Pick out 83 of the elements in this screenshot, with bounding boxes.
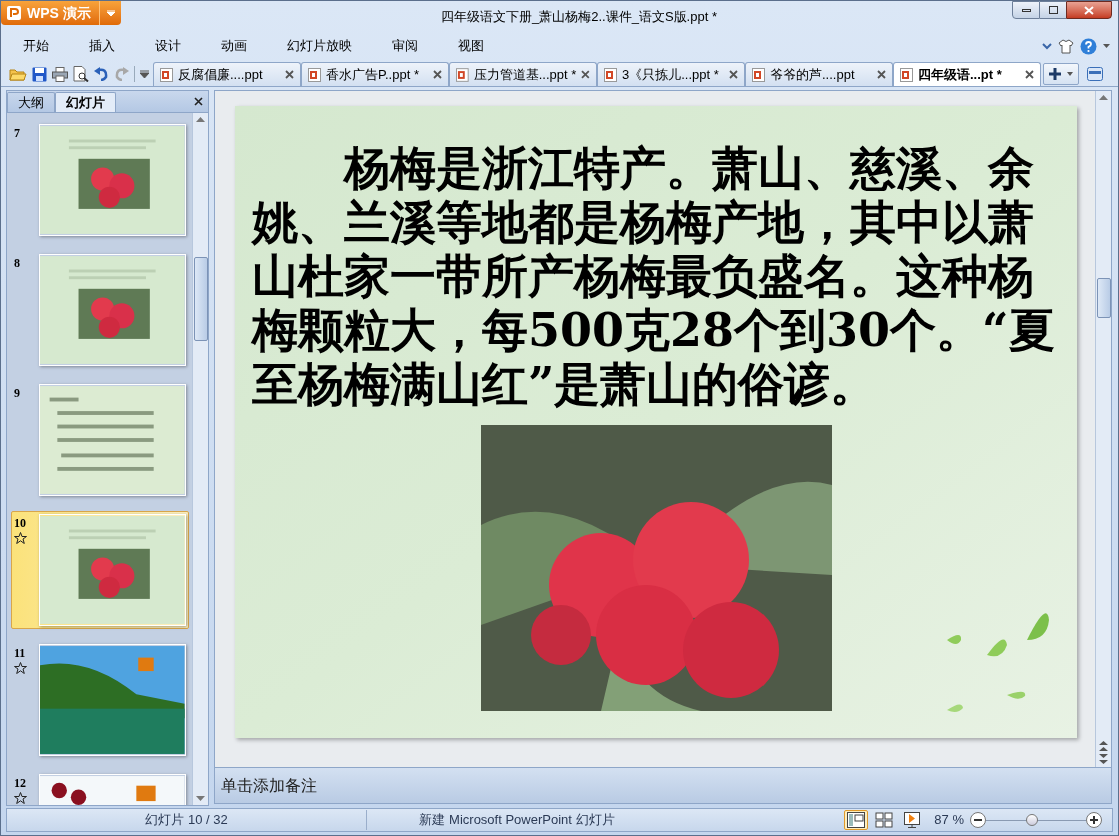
menu-tab[interactable]: 开始 bbox=[11, 34, 61, 58]
app-name: WPS 演示 bbox=[27, 3, 91, 23]
scrollbar[interactable] bbox=[192, 113, 208, 805]
menu-tab[interactable]: 插入 bbox=[77, 34, 127, 58]
presentation-file-icon bbox=[456, 67, 469, 82]
slide-number: 8 bbox=[14, 255, 20, 272]
scroll-thumb[interactable] bbox=[193, 257, 208, 341]
caret-icon[interactable] bbox=[1103, 43, 1110, 49]
document-tab[interactable]: 四年级语...pt * bbox=[893, 62, 1041, 86]
document-tab[interactable]: 3《只拣儿...ppt * bbox=[597, 62, 745, 86]
scroll-up-icon[interactable] bbox=[1099, 95, 1108, 100]
menu-tab[interactable]: 设计 bbox=[143, 34, 193, 58]
scroll-up-icon[interactable] bbox=[196, 117, 205, 122]
save-icon[interactable] bbox=[32, 66, 47, 82]
maximize-button[interactable] bbox=[1040, 1, 1066, 19]
presentation-file-icon bbox=[160, 67, 173, 82]
slide-number: 7 bbox=[14, 125, 20, 142]
panel-tab[interactable]: 幻灯片 bbox=[55, 92, 116, 112]
zoom-out-button[interactable] bbox=[970, 812, 986, 828]
menu-tab[interactable]: 视图 bbox=[446, 34, 496, 58]
close-icon bbox=[1084, 5, 1094, 15]
slide-number: 11 bbox=[14, 645, 26, 662]
slide-counter: 幻灯片 10 / 32 bbox=[145, 811, 228, 830]
slide-number: 10 bbox=[14, 515, 26, 532]
notes-field[interactable]: 单击添加备注 bbox=[214, 768, 1112, 804]
close-icon[interactable] bbox=[1025, 70, 1034, 79]
close-icon[interactable] bbox=[194, 97, 203, 106]
minimize-button[interactable] bbox=[1012, 1, 1040, 19]
caret-icon bbox=[1067, 72, 1073, 76]
new-tab-button[interactable] bbox=[1043, 63, 1079, 85]
slide-thumbnail-item[interactable]: 10 bbox=[11, 511, 189, 629]
plus-icon bbox=[1049, 68, 1061, 80]
chevron-down-icon[interactable] bbox=[1042, 42, 1052, 50]
view-icon bbox=[903, 812, 922, 828]
close-icon[interactable] bbox=[729, 70, 738, 79]
scroll-down-icon[interactable] bbox=[1099, 754, 1108, 764]
menu-tab[interactable]: 审阅 bbox=[380, 34, 430, 58]
scroll-thumb[interactable] bbox=[1096, 278, 1111, 318]
document-tab[interactable]: 香水广告P..ppt * bbox=[301, 62, 449, 86]
scroll-down-icon[interactable] bbox=[196, 796, 205, 801]
slide-thumbnail-item[interactable]: 7 bbox=[11, 121, 189, 239]
close-icon[interactable] bbox=[877, 70, 886, 79]
slide-thumbnail-item[interactable]: 8 bbox=[11, 251, 189, 369]
slide-number: 12 bbox=[14, 775, 26, 792]
print-icon[interactable] bbox=[52, 66, 68, 82]
slide-thumbnail-item[interactable]: 11 bbox=[11, 641, 189, 759]
menu-tab[interactable]: 幻灯片放映 bbox=[275, 34, 364, 58]
slide-thumbnail-item[interactable]: 9 bbox=[11, 381, 189, 499]
plus-icon bbox=[1090, 816, 1098, 824]
slide-text: 杨梅是浙江特产。萧山、慈溪、余姚、兰溪等地都是杨梅产地，其中以萧山杜家一带所产杨梅最负盛名。这种杨梅颗粒大，每500克28个到30个。“夏至杨梅满山红”是萧山的俗谚。 bbox=[252, 141, 1056, 411]
window-layout-icon[interactable] bbox=[1087, 67, 1103, 81]
document-tab[interactable]: 爷爷的芦....ppt bbox=[745, 62, 893, 86]
shirt-icon[interactable] bbox=[1058, 38, 1074, 54]
help-icon[interactable] bbox=[1080, 37, 1097, 55]
slide-thumbnail-item[interactable]: 12 bbox=[11, 771, 189, 805]
document-tab[interactable]: 反腐倡廉....ppt bbox=[153, 62, 301, 86]
close-icon[interactable] bbox=[433, 70, 442, 79]
presentation-file-icon bbox=[308, 67, 321, 82]
scroll-up-icon[interactable] bbox=[1099, 741, 1108, 751]
close-icon[interactable] bbox=[581, 70, 590, 79]
print-preview-icon[interactable] bbox=[73, 66, 89, 82]
scrollbar[interactable] bbox=[1095, 91, 1111, 767]
menu-tab[interactable]: 动画 bbox=[209, 34, 259, 58]
presentation-file-icon bbox=[900, 67, 913, 82]
zoom-slider-thumb[interactable] bbox=[1025, 814, 1038, 826]
undo-icon[interactable] bbox=[94, 67, 109, 81]
caret-icon bbox=[106, 10, 115, 16]
presentation-file-icon bbox=[752, 67, 765, 82]
slide-number: 9 bbox=[14, 385, 20, 402]
customize-caret-icon[interactable] bbox=[140, 70, 149, 78]
close-button[interactable] bbox=[1066, 1, 1112, 19]
zoom-percent: 87 % bbox=[934, 811, 964, 830]
zoom-slider[interactable] bbox=[986, 812, 1086, 828]
presentation-file-icon bbox=[604, 67, 617, 82]
view-icon bbox=[875, 812, 894, 828]
window-title: 四年级语文下册_萧山杨梅2..课件_语文S版.ppt * bbox=[441, 8, 717, 26]
template-name: 新建 Microsoft PowerPoint 幻灯片 bbox=[419, 811, 615, 830]
zoom-in-button[interactable] bbox=[1086, 812, 1102, 828]
view-icon bbox=[847, 812, 866, 828]
document-tab[interactable]: 压力管道基...ppt * bbox=[449, 62, 597, 86]
app-logo-icon bbox=[7, 6, 21, 20]
normal-view-button[interactable] bbox=[844, 810, 869, 830]
close-icon[interactable] bbox=[285, 70, 294, 79]
